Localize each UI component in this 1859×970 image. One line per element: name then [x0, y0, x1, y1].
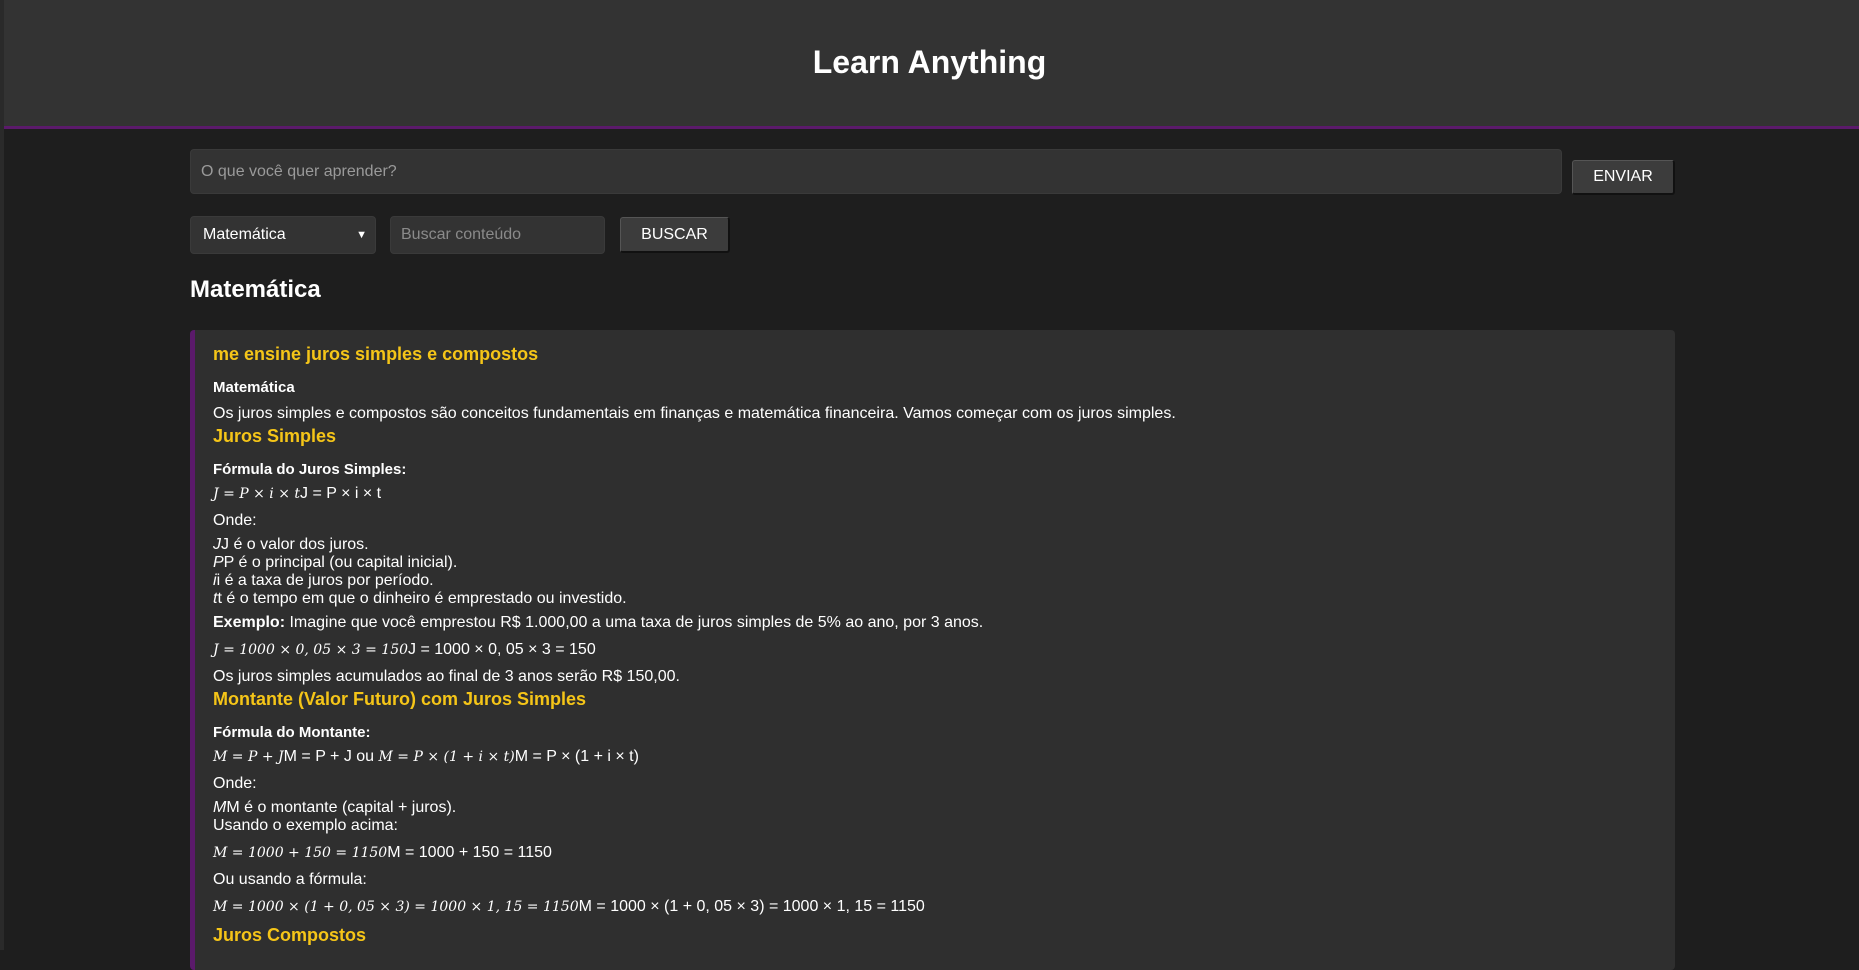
montante-math-2: M = P × (1 + i × t) — [378, 749, 515, 765]
def-p-text: P é o principal (ou capital inicial). — [223, 554, 458, 571]
exemplo-formula-math: J = 1000 × 0, 05 × 3 = 150 — [213, 642, 409, 658]
content-card: me ensine juros simples e compostos Mate… — [190, 330, 1675, 970]
exemplo-label: Exemplo: — [213, 614, 286, 631]
definitions-list-1: JJ é o valor dos juros. PP é o principal… — [213, 536, 1657, 608]
search-input[interactable] — [390, 216, 605, 254]
montante-text-1: M = P + J ou — [283, 748, 379, 765]
subject-select[interactable]: Matemática ▼ — [190, 216, 376, 254]
def-m-sym: M — [213, 799, 227, 816]
heading-juros-compostos: Juros Compostos — [213, 925, 367, 945]
section-title: Matemática — [190, 276, 321, 303]
def-m: MM é o montante (capital + juros). — [213, 799, 1657, 817]
usando-exemplo: Usando o exemplo acima: — [213, 817, 398, 834]
def-p-sym: P — [213, 554, 224, 571]
formula-montante-label: Fórmula do Montante: — [213, 724, 371, 741]
formula-simples-text: J = P × i × t — [300, 485, 382, 502]
card-category: Matemática — [213, 379, 295, 396]
ou-formula-math-line: M = 1000 × (1 + 0, 05 × 3) = 1000 × 1, 1… — [213, 897, 1657, 917]
formula-montante: M = P + JM = P + J ou M = P × (1 + i × t… — [213, 747, 1657, 767]
def-t: tt é o tempo em que o dinheiro é emprest… — [213, 590, 1657, 608]
usando-text: M = 1000 + 150 = 1150 — [387, 844, 552, 861]
subject-select-value: Matemática — [203, 226, 286, 243]
def-t-text: t é o tempo em que o dinheiro é empresta… — [217, 590, 627, 607]
usando-formula: M = 1000 + 150 = 1150M = 1000 + 150 = 11… — [213, 843, 1657, 863]
onde-2: Onde: — [213, 775, 257, 792]
exemplo-formula-text: J = 1000 × 0, 05 × 3 = 150 — [408, 641, 596, 658]
left-edge — [0, 0, 4, 950]
ou-formula: Ou usando a fórmula: — [213, 871, 367, 888]
card-intro: Os juros simples e compostos são conceit… — [213, 405, 1176, 422]
def-i: ii é a taxa de juros por período. — [213, 572, 1657, 590]
send-button[interactable]: ENVIAR — [1572, 159, 1675, 195]
montante-text-2: M = P × (1 + i × t) — [514, 748, 639, 765]
onde-1: Onde: — [213, 512, 257, 529]
app-header: Learn Anything — [0, 0, 1859, 129]
heading-montante: Montante (Valor Futuro) com Juros Simple… — [213, 689, 587, 709]
def-j: JJ é o valor dos juros. — [213, 536, 1657, 554]
def-p: PP é o principal (ou capital inicial). — [213, 554, 1657, 572]
resultado-simples: Os juros simples acumulados ao final de … — [213, 668, 680, 685]
app-title: Learn Anything — [812, 43, 1047, 80]
chevron-down-icon: ▼ — [356, 229, 367, 241]
exemplo-text: Imagine que você emprestou R$ 1.000,00 a… — [285, 614, 984, 631]
usando-math: M = 1000 + 150 = 1150 — [213, 845, 388, 861]
ou-text: M = 1000 × (1 + 0, 05 × 3) = 1000 × 1, 1… — [578, 898, 925, 915]
search-button[interactable]: BUSCAR — [620, 217, 730, 253]
ask-row: ENVIAR — [190, 149, 1675, 195]
def-m-text: M é o montante (capital + juros). — [226, 799, 457, 816]
def-j-text: J é o valor dos juros. — [221, 536, 369, 553]
exemplo-formula: J = 1000 × 0, 05 × 3 = 150J = 1000 × 0, … — [213, 640, 1657, 660]
ask-input[interactable] — [190, 149, 1562, 194]
def-j-sym: J — [213, 536, 221, 553]
def-i-text: i é a taxa de juros por período. — [216, 572, 434, 589]
formula-simples: J = P × i × tJ = P × i × t — [213, 484, 1657, 504]
exemplo: Exemplo: Imagine que você emprestou R$ 1… — [213, 614, 1657, 632]
main-container: ENVIAR Matemática ▼ BUSCAR Matemática — [190, 149, 1675, 304]
formula-simples-math: J = P × i × t — [213, 486, 301, 502]
card-question: me ensine juros simples e compostos — [213, 344, 539, 364]
filter-row: Matemática ▼ BUSCAR — [190, 216, 1675, 254]
montante-math-1: M = P + J — [213, 749, 284, 765]
ou-math: M = 1000 × (1 + 0, 05 × 3) = 1000 × 1, 1… — [213, 899, 579, 915]
heading-juros-simples: Juros Simples — [213, 426, 337, 446]
formula-simples-label: Fórmula do Juros Simples: — [213, 461, 407, 478]
